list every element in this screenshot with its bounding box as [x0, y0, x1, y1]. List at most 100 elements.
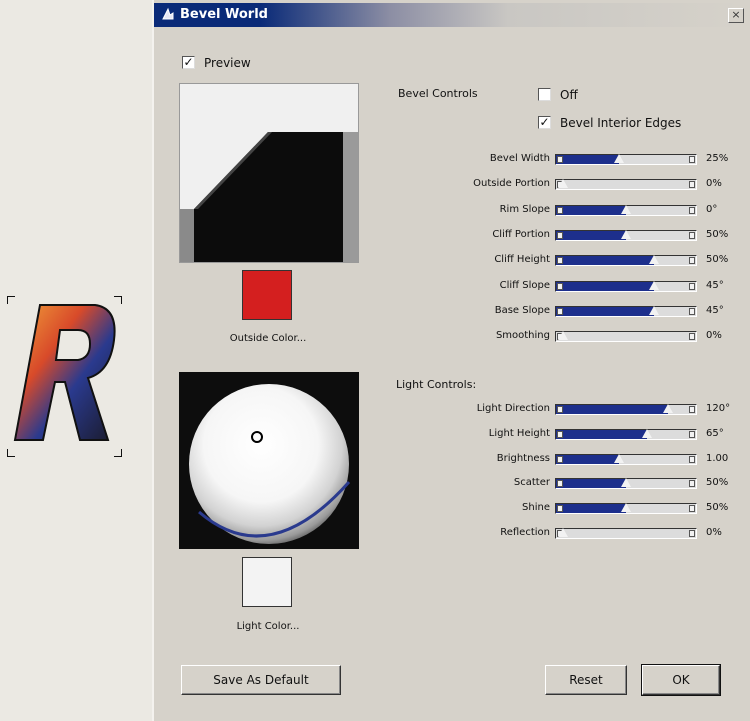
brightness-slider-thumb[interactable]	[614, 453, 624, 463]
reflection-slider-right-stop	[689, 530, 695, 537]
cliff-portion-slider-thumb[interactable]	[621, 229, 631, 239]
outside-portion-slider-right-stop	[689, 181, 695, 189]
rim-slope-slider-right-stop	[689, 206, 695, 214]
scatter-value: 50%	[706, 477, 729, 489]
cliff-portion-slider-left-stop	[557, 231, 563, 239]
preview-checkbox[interactable]: ✓	[182, 56, 195, 69]
reset-button[interactable]: Reset	[545, 665, 627, 695]
cliff-slope-value: 45°	[706, 279, 724, 291]
reflection-value: 0%	[706, 527, 722, 538]
rim-slope-value: 0°	[706, 203, 718, 215]
base-slope-slider-thumb[interactable]	[649, 305, 659, 315]
cliff-height-slider-thumb[interactable]	[649, 255, 659, 265]
preview-label: Preview	[204, 56, 251, 70]
bevel-preview-image	[179, 83, 359, 263]
rim-slope-slider[interactable]	[555, 204, 697, 216]
brightness-slider-fill	[556, 454, 619, 464]
outside-portion-value: 0%	[706, 178, 722, 190]
selection-corner-bottom-left	[7, 449, 15, 457]
base-slope-slider-left-stop	[557, 307, 563, 315]
bevel-width-label: Bevel Width	[489, 153, 550, 164]
bevel-width-slider[interactable]	[555, 154, 697, 165]
window-title: Bevel World	[180, 7, 268, 22]
brightness-slider-right-stop	[689, 455, 695, 463]
smoothing-slider-right-stop	[689, 333, 695, 341]
light-color-button[interactable]: Light Color...	[188, 621, 348, 632]
cliff-height-slider-fill	[556, 256, 654, 266]
outside-portion-slider-thumb[interactable]	[558, 179, 568, 189]
title-bar[interactable]: Bevel World ×	[154, 3, 744, 27]
base-slope-slider[interactable]	[555, 305, 697, 317]
shine-slider-thumb[interactable]	[621, 503, 631, 513]
cliff-slope-slider-fill	[556, 281, 654, 291]
rim-slope-slider-fill	[556, 205, 626, 215]
light-height-slider-right-stop	[689, 430, 695, 438]
close-icon[interactable]: ×	[728, 8, 744, 23]
cliff-height-slider-left-stop	[557, 257, 563, 265]
light-direction-preview[interactable]	[179, 372, 359, 549]
bevel-width-slider-fill	[556, 155, 619, 164]
cliff-slope-slider-right-stop	[689, 282, 695, 290]
scatter-slider-left-stop	[557, 480, 563, 488]
selection-corner-bottom-right	[114, 449, 122, 457]
smoothing-slider-thumb[interactable]	[558, 331, 568, 341]
brightness-slider-left-stop	[557, 455, 563, 463]
outside-portion-slider[interactable]	[555, 179, 697, 191]
smoothing-label: Smoothing	[495, 330, 550, 342]
rim-slope-label: Rim Slope	[499, 203, 550, 215]
scatter-label: Scatter	[513, 477, 550, 489]
reflection-slider-thumb[interactable]	[558, 528, 568, 537]
brightness-value: 1.00	[706, 452, 729, 464]
brightness-label: Brightness	[496, 452, 550, 464]
light-direction-slider[interactable]	[555, 404, 697, 415]
shine-value: 50%	[706, 502, 729, 514]
cliff-portion-value: 50%	[706, 228, 729, 240]
bevel-width-value: 25%	[706, 153, 729, 164]
cliff-slope-slider[interactable]	[555, 280, 697, 292]
light-color-swatch[interactable]	[242, 557, 292, 607]
smoothing-slider[interactable]	[555, 331, 697, 343]
save-as-default-button[interactable]: Save As Default	[181, 665, 341, 695]
smoothing-value: 0%	[706, 330, 722, 342]
light-height-slider-fill	[556, 429, 647, 439]
bevel-width-slider-thumb[interactable]	[614, 154, 624, 163]
cliff-portion-slider[interactable]	[555, 229, 697, 241]
outside-color-swatch[interactable]	[242, 270, 292, 320]
cliff-portion-slider-fill	[556, 230, 626, 240]
rim-slope-slider-left-stop	[557, 206, 563, 214]
light-direction-slider-left-stop	[557, 406, 563, 413]
off-checkbox[interactable]	[538, 88, 551, 101]
light-height-slider[interactable]	[555, 428, 697, 440]
brightness-slider[interactable]	[555, 453, 697, 465]
shine-slider-fill	[556, 504, 626, 514]
scatter-slider-thumb[interactable]	[621, 478, 631, 488]
bevel-world-icon	[162, 7, 174, 20]
off-label: Off	[560, 88, 578, 102]
outside-color-button[interactable]: Outside Color...	[188, 333, 348, 344]
cliff-height-slider[interactable]	[555, 255, 697, 267]
ok-button[interactable]: OK	[641, 664, 721, 696]
bevel-world-dialog: Bevel World × ✓ Preview Outside Color...	[152, 0, 750, 721]
cliff-height-slider-right-stop	[689, 257, 695, 265]
base-slope-slider-fill	[556, 306, 654, 316]
light-direction-slider-thumb[interactable]	[663, 404, 673, 413]
reflection-slider[interactable]	[555, 528, 697, 539]
bevel-width-slider-left-stop	[557, 156, 563, 163]
scatter-slider[interactable]	[555, 478, 697, 490]
scatter-slider-fill	[556, 479, 626, 489]
cliff-portion-slider-right-stop	[689, 231, 695, 239]
light-controls-heading: Light Controls:	[396, 378, 477, 391]
shine-slider[interactable]	[555, 503, 697, 515]
document-canvas	[0, 0, 152, 721]
light-height-label: Light Height	[488, 427, 550, 439]
shine-label: Shine	[522, 502, 550, 514]
light-height-slider-left-stop	[557, 430, 563, 438]
shine-slider-right-stop	[689, 505, 695, 513]
bevel-interior-edges-checkbox[interactable]: ✓	[538, 116, 551, 129]
light-height-slider-thumb[interactable]	[642, 428, 652, 438]
shine-slider-left-stop	[557, 505, 563, 513]
cliff-slope-label: Cliff Slope	[499, 279, 550, 291]
cliff-slope-slider-thumb[interactable]	[649, 280, 659, 290]
cliff-height-label: Cliff Height	[494, 254, 550, 266]
rim-slope-slider-thumb[interactable]	[621, 204, 631, 214]
